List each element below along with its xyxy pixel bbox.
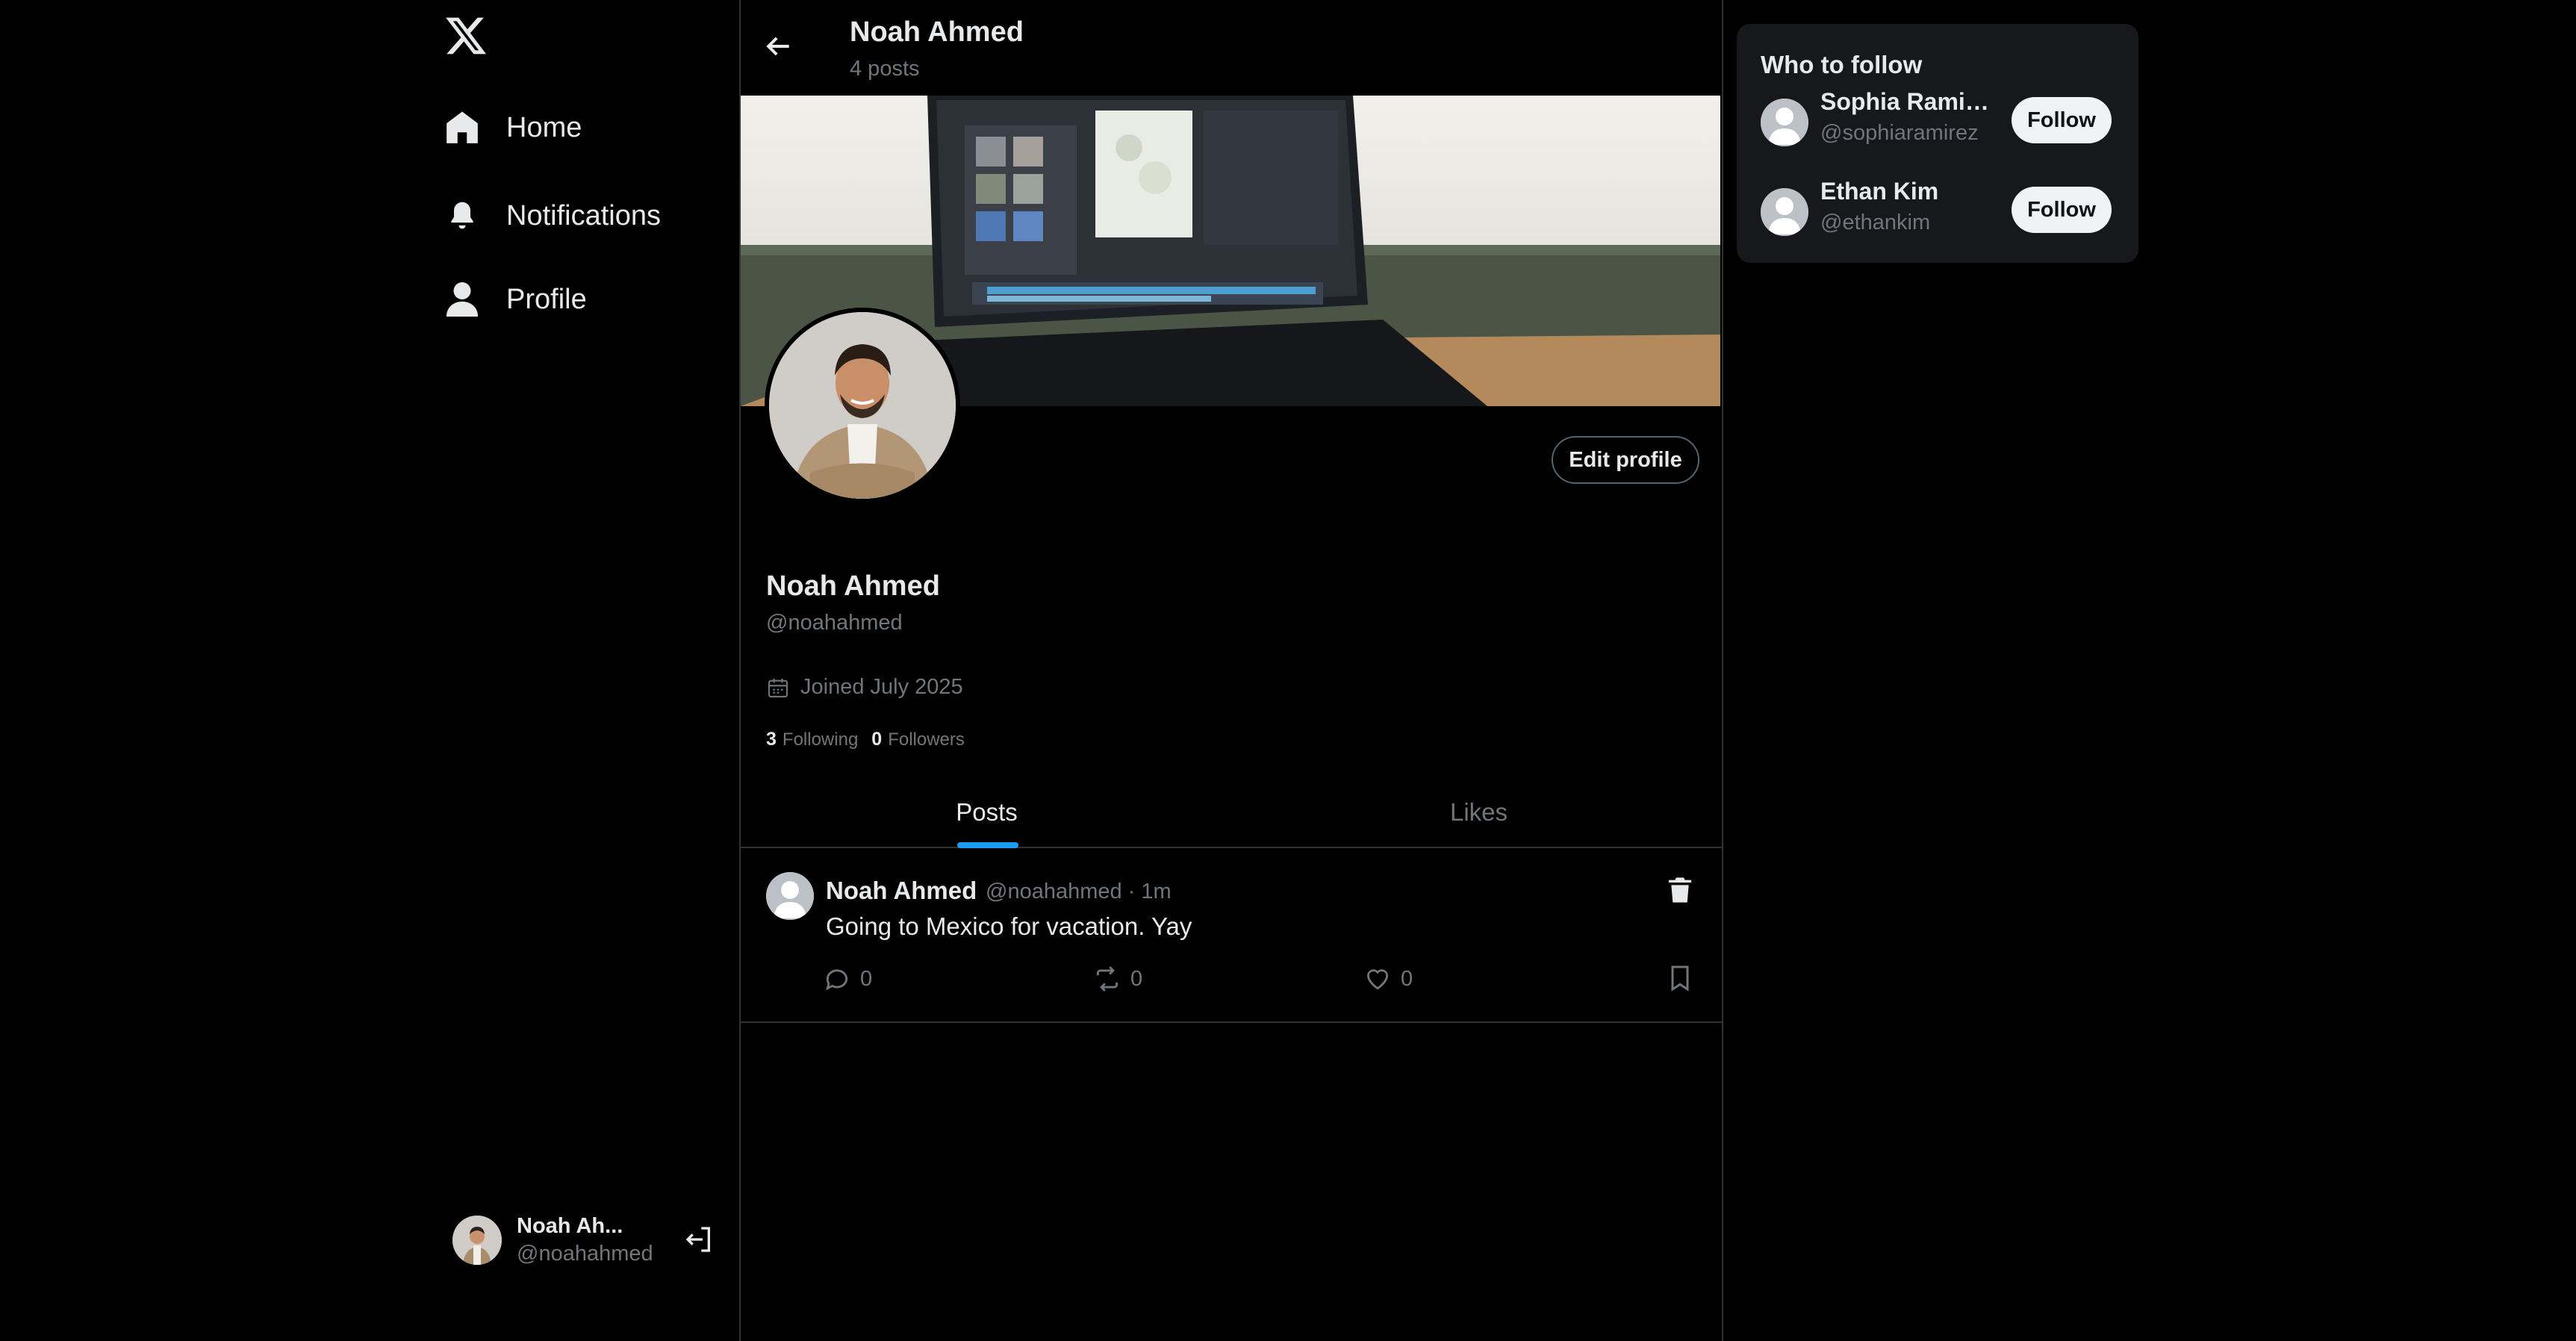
profile-tabs: Posts Likes <box>741 777 1722 848</box>
repost-count: 0 <box>1130 966 1143 991</box>
person-icon <box>444 281 481 318</box>
follow-button[interactable]: Follow <box>2012 97 2112 143</box>
nav-home[interactable]: Home <box>444 109 582 146</box>
joined-text: Joined July 2025 <box>800 675 963 699</box>
account-text: Noah Ah... @noahahmed <box>517 1214 653 1266</box>
followers-label: Followers <box>888 729 965 750</box>
like-count: 0 <box>1401 966 1413 991</box>
avatar <box>452 1216 502 1265</box>
joined-date: Joined July 2025 <box>766 675 963 700</box>
who-to-follow-title: Who to follow <box>1761 51 1923 78</box>
suggestion-name[interactable]: Ethan Kim <box>1820 178 1992 205</box>
reply-button[interactable]: 0 <box>823 965 872 993</box>
logout-icon[interactable] <box>684 1225 714 1254</box>
nav-notifications-label: Notifications <box>506 199 661 231</box>
like-button[interactable]: 0 <box>1363 965 1413 993</box>
main-column: Noah Ahmed 4 posts Edit profile Noah Ahm… <box>739 0 1723 1341</box>
repost-button[interactable]: 0 <box>1093 965 1142 993</box>
followers-link[interactable]: 0 Followers <box>871 729 965 750</box>
home-icon <box>444 109 481 146</box>
calendar-icon <box>768 678 788 697</box>
avatar[interactable] <box>1761 188 1808 236</box>
bell-icon <box>444 197 481 234</box>
profile-header-bar: Noah Ahmed 4 posts <box>741 0 1722 96</box>
post-meta: @noahahmed · 1m <box>986 880 1172 903</box>
left-sidebar: Home Notifications Profile Noah Ah... @n… <box>0 0 739 1341</box>
bookmark-icon[interactable] <box>1665 963 1695 993</box>
suggestion-handle: @ethankim <box>1820 211 1931 234</box>
nav-profile[interactable]: Profile <box>444 281 587 318</box>
suggestion-name[interactable]: Sophia Ramir... <box>1820 88 1992 116</box>
profile-avatar[interactable] <box>765 308 960 503</box>
post-text: Going to Mexico for vacation. Yay <box>826 912 1192 940</box>
avatar[interactable] <box>766 872 814 920</box>
active-tab-indicator <box>957 842 1018 848</box>
back-arrow-icon[interactable] <box>762 30 794 63</box>
reply-count: 0 <box>860 966 873 991</box>
nav-profile-label: Profile <box>506 283 587 315</box>
header-name: Noah Ahmed <box>850 16 1024 48</box>
reply-icon <box>826 969 848 991</box>
follow-button[interactable]: Follow <box>2012 187 2112 233</box>
following-link[interactable]: 3 Following <box>766 729 858 750</box>
header-post-count: 4 posts <box>850 57 920 81</box>
tab-posts[interactable]: Posts <box>741 777 1233 848</box>
suggestion-handle: @sophiaramirez <box>1820 121 1979 145</box>
profile-name: Noah Ahmed <box>766 570 940 602</box>
post-author[interactable]: Noah Ahmed <box>826 877 977 905</box>
x-logo-icon[interactable] <box>444 13 488 58</box>
avatar[interactable] <box>1761 99 1808 146</box>
nav-notifications[interactable]: Notifications <box>444 197 661 234</box>
following-label: Following <box>782 729 859 750</box>
profile-handle: @noahahmed <box>766 611 903 635</box>
heart-icon <box>1366 969 1389 990</box>
follow-stats: 3 Following 0 Followers <box>766 729 965 750</box>
who-to-follow-card: Who to follow Sophia Ramir... @sophiaram… <box>1737 24 2138 263</box>
tab-likes[interactable]: Likes <box>1233 777 1725 848</box>
followers-count: 0 <box>871 729 883 750</box>
account-name: Noah Ah... <box>517 1214 623 1238</box>
follow-suggestion[interactable]: Ethan Kim @ethankim Follow <box>1761 178 2119 245</box>
edit-profile-button[interactable]: Edit profile <box>1552 436 1699 484</box>
account-handle: @noahahmed <box>517 1242 653 1266</box>
nav-home-label: Home <box>506 111 582 143</box>
repost-icon <box>1096 966 1119 992</box>
post-item[interactable]: Noah Ahmed @noahahmed · 1m Going to Mexi… <box>741 850 1722 1023</box>
account-switcher[interactable]: Noah Ah... @noahahmed <box>452 1211 721 1269</box>
following-count: 3 <box>766 729 777 750</box>
follow-suggestion[interactable]: Sophia Ramir... @sophiaramirez Follow <box>1761 88 2119 155</box>
trash-icon[interactable] <box>1665 875 1695 905</box>
